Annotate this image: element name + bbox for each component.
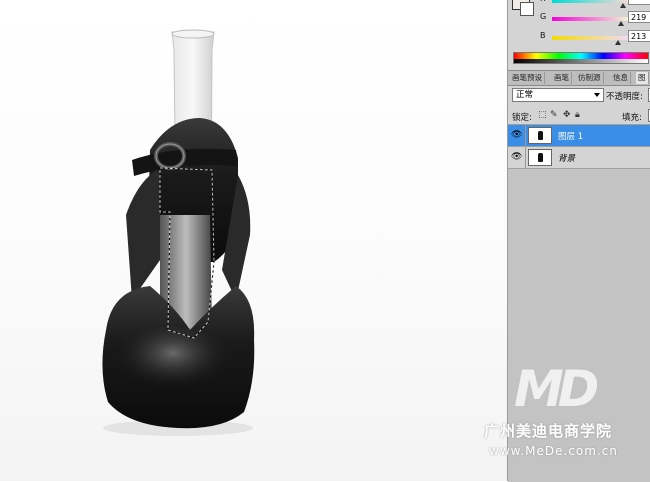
lock-position-icon[interactable]: ✥ [563, 110, 571, 120]
eye-icon[interactable]: 👁︎ [511, 152, 522, 163]
lock-all-icon[interactable]: 🔒︎ [575, 110, 580, 120]
green-value-field[interactable]: 219 [628, 11, 650, 23]
layer-name[interactable]: 图层 1 [558, 130, 583, 142]
eye-icon[interactable]: 👁︎ [511, 130, 522, 141]
layer-divider [525, 125, 526, 146]
green-slider[interactable]: G 219 [512, 11, 650, 26]
tab-layers[interactable]: 图 [636, 72, 649, 84]
tab-info[interactable]: 信息 [611, 72, 631, 84]
layer-thumbnail [528, 127, 552, 144]
watermark-school-name: 广州美迪电商学院 [484, 422, 613, 440]
blend-mode-select[interactable]: 正常 [512, 88, 604, 102]
lock-transparent-pixels-icon[interactable]: ⬚ [538, 110, 547, 120]
watermark-logo: MD [514, 360, 599, 418]
blue-label: B [540, 31, 546, 40]
layer-row-layer-1[interactable]: 👁︎ 图层 1 [508, 124, 650, 146]
red-value-field[interactable] [628, 0, 650, 5]
tab-brush-presets[interactable]: 画笔预设 [510, 72, 545, 84]
red-slider[interactable]: R [512, 0, 650, 8]
fill-label: 填充: [622, 113, 642, 123]
chevron-down-icon [594, 93, 600, 97]
blue-value-field[interactable]: 213 [628, 30, 650, 42]
red-thumb[interactable] [620, 3, 626, 8]
blue-slider[interactable]: B 213 [512, 30, 650, 45]
layer-row-background[interactable]: 👁︎ 背景 [508, 146, 650, 168]
panel-tab-bar: 画笔预设 画笔 仿制源 信息 图 [508, 70, 650, 86]
tab-clone-source[interactable]: 仿制源 [576, 72, 604, 84]
layer-name[interactable]: 背景 [558, 152, 575, 164]
document-canvas[interactable] [0, 0, 507, 481]
green-label: G [540, 12, 547, 21]
lock-image-pixels-icon[interactable]: ✎ [550, 110, 558, 120]
blue-thumb[interactable] [615, 40, 621, 45]
blend-mode-value: 正常 [516, 90, 534, 100]
tab-brush[interactable]: 画笔 [552, 72, 572, 84]
shoe-image [102, 29, 255, 436]
opacity-label: 不透明度: [606, 92, 643, 102]
layer-thumbnail [528, 149, 552, 166]
color-spectrum-bar[interactable] [513, 52, 649, 64]
layer-divider [525, 147, 526, 168]
green-thumb[interactable] [618, 21, 624, 26]
lock-label: 锁定: [512, 113, 532, 123]
watermark-url: www.MeDe.com.cn [489, 444, 618, 458]
red-label: R [540, 0, 546, 3]
